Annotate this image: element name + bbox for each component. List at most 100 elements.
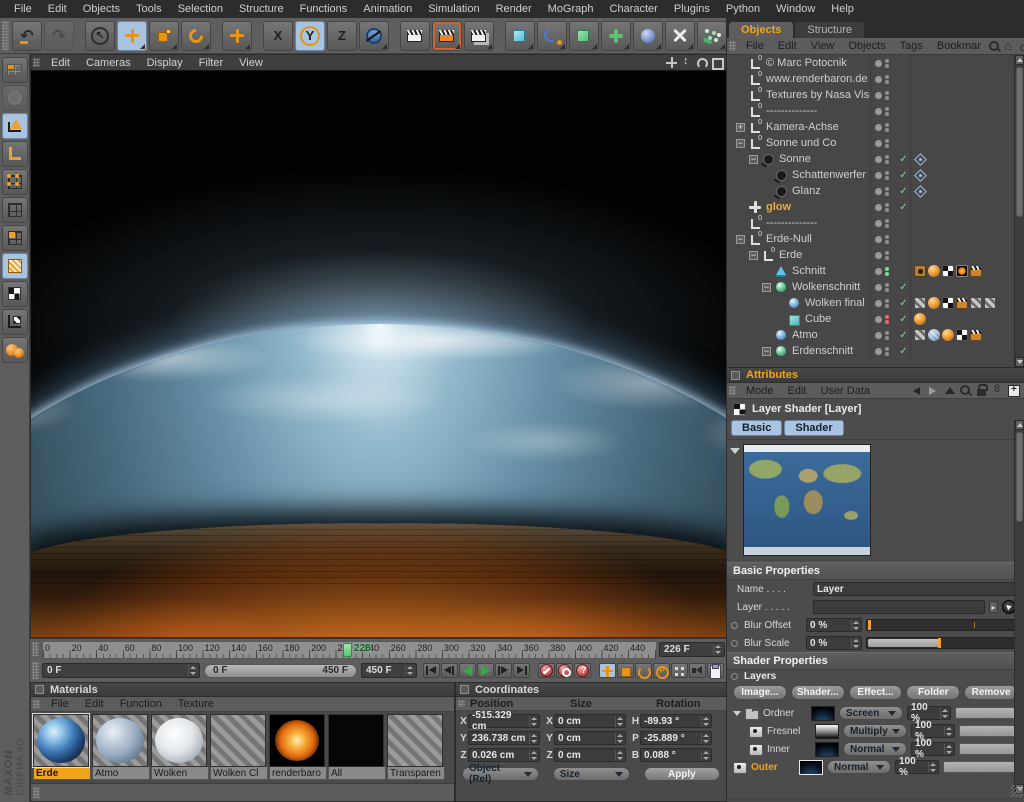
visibility-dots-icon[interactable]: [885, 251, 889, 260]
make-editable-icon[interactable]: [2, 85, 28, 111]
scroll-up-icon[interactable]: [1015, 420, 1024, 430]
materials-menu-item[interactable]: Function: [112, 698, 170, 710]
material-thumbnail[interactable]: [387, 714, 443, 767]
edges-mode-icon[interactable]: [2, 197, 28, 223]
attribute-tab[interactable]: Basic: [731, 420, 782, 436]
menubar-item[interactable]: Help: [823, 3, 862, 15]
layer-dot-icon[interactable]: [875, 236, 882, 243]
coordinate-system-icon[interactable]: [359, 21, 389, 51]
layer-dot-icon[interactable]: [875, 348, 882, 355]
layer-dot-icon[interactable]: [875, 268, 882, 275]
viewport-canvas[interactable]: [31, 70, 726, 637]
layer-type-icon[interactable]: [733, 762, 747, 773]
clap-tag[interactable]: [956, 297, 968, 309]
menubar-item[interactable]: Edit: [40, 3, 75, 15]
enabled-check-icon[interactable]: [899, 153, 907, 165]
model-mode-icon[interactable]: [2, 113, 28, 139]
layer-type-icon[interactable]: [745, 708, 759, 719]
menubar-item[interactable]: Structure: [231, 3, 292, 15]
blur-scale-field[interactable]: 0 %: [806, 636, 862, 650]
viewport-menu-item[interactable]: View: [231, 57, 271, 69]
enabled-check-icon[interactable]: [899, 185, 907, 197]
visibility-dots-icon[interactable]: [885, 75, 889, 84]
scroll-up-icon[interactable]: [1015, 55, 1024, 65]
blur-offset-slider[interactable]: [866, 619, 1016, 631]
object-axis-mode-icon[interactable]: [2, 141, 28, 167]
attributes-grip[interactable]: [729, 386, 736, 395]
menubar-item[interactable]: MoGraph: [540, 3, 602, 15]
expand-toggle[interactable]: −: [762, 347, 771, 356]
current-frame-field[interactable]: 226 F: [659, 642, 725, 657]
goto-start-icon[interactable]: [423, 663, 440, 678]
key-position-icon[interactable]: [599, 663, 616, 678]
viewport-menu-item[interactable]: Cameras: [78, 57, 139, 69]
object-row[interactable]: Textures by Nasa Visible Eart: [727, 87, 1014, 103]
panel-window-icon[interactable]: [731, 371, 740, 380]
menubar-item[interactable]: Simulation: [420, 3, 487, 15]
visibility-dots-icon[interactable]: [885, 203, 889, 212]
manager-tab[interactable]: Structure: [795, 22, 864, 38]
basic-properties-header[interactable]: Basic Properties: [727, 562, 1024, 580]
autokey-icon[interactable]: [574, 663, 591, 678]
layer-action-button[interactable]: Folder: [906, 685, 960, 700]
render-view-icon[interactable]: [400, 21, 430, 51]
object-manager-grip[interactable]: [729, 41, 736, 51]
object-row[interactable]: − Sonne und Co: [727, 135, 1014, 151]
menubar-item[interactable]: Selection: [170, 3, 231, 15]
rotation-b-field[interactable]: 0.088 °: [640, 748, 712, 762]
rotate-tool-icon[interactable]: [181, 21, 211, 51]
redo-icon[interactable]: ↷: [44, 21, 74, 51]
object-manager-menu-item[interactable]: File: [739, 40, 771, 52]
lock-x-axis-icon[interactable]: X: [263, 21, 293, 51]
visibility-dots-icon[interactable]: [885, 219, 889, 228]
layer-thumbnail[interactable]: [799, 760, 823, 775]
sphereblue-tag[interactable]: [928, 329, 940, 341]
stripes-tag[interactable]: [914, 297, 926, 309]
menubar-item[interactable]: Plugins: [666, 3, 718, 15]
layer-dot-icon[interactable]: [875, 156, 882, 163]
shader-preview-image[interactable]: [743, 444, 871, 556]
stepper-icon[interactable]: [188, 665, 195, 676]
resize-grip[interactable]: [1011, 785, 1023, 797]
last-tool-icon[interactable]: [222, 21, 252, 51]
position-x-field[interactable]: -515.329 cm: [468, 714, 540, 728]
visibility-dots-icon[interactable]: [885, 267, 889, 276]
add-generator-icon[interactable]: [569, 21, 599, 51]
play-backwards-icon[interactable]: [459, 663, 476, 678]
name-field[interactable]: Layer: [813, 582, 1016, 596]
viewport-menu-item[interactable]: Filter: [191, 57, 231, 69]
preview-range-slider[interactable]: 0 F 450 F: [204, 664, 357, 678]
spheres-mode-icon[interactable]: [2, 337, 28, 363]
layer-dot-icon[interactable]: [875, 188, 882, 195]
phong-tag[interactable]: [928, 265, 940, 277]
layer-opacity-field[interactable]: 100 %: [907, 706, 951, 720]
glowtex-tag[interactable]: [956, 265, 968, 277]
layer-action-button[interactable]: Remove: [964, 685, 1018, 700]
layer-dot-icon[interactable]: [875, 220, 882, 227]
visibility-dots-icon[interactable]: [885, 155, 889, 164]
up-icon[interactable]: [943, 384, 956, 397]
blur-scale-slider[interactable]: [866, 637, 1016, 649]
layer-thumbnail[interactable]: [811, 706, 835, 721]
material-item[interactable]: renderbaro: [269, 714, 327, 780]
lock-icon[interactable]: [975, 384, 988, 397]
material-item[interactable]: Wolken: [151, 714, 209, 780]
key-parameter-icon[interactable]: [653, 663, 670, 678]
menubar-item[interactable]: Objects: [75, 3, 128, 15]
coordinates-grip[interactable]: [458, 700, 465, 707]
visibility-dots-icon[interactable]: [885, 107, 889, 116]
attributes-scrollbar[interactable]: [1014, 420, 1024, 794]
panel-window-icon[interactable]: [35, 685, 44, 694]
viewport-menu-item[interactable]: Display: [139, 57, 191, 69]
menubar-item[interactable]: Python: [718, 3, 768, 15]
blend-mode-dropdown[interactable]: Multiply: [843, 724, 907, 738]
visibility-dots-icon[interactable]: [885, 139, 889, 148]
size-x-field[interactable]: 0 cm: [554, 714, 626, 728]
menubar-item[interactable]: Animation: [355, 3, 420, 15]
layer-popup-button[interactable]: ▸: [989, 601, 998, 613]
material-thumbnail[interactable]: [33, 714, 89, 767]
loop-start-field[interactable]: 0 F: [42, 663, 200, 678]
layer-opacity-slider[interactable]: [959, 725, 1018, 737]
blend-mode-dropdown[interactable]: Normal: [827, 760, 891, 774]
phong-tag[interactable]: [942, 329, 954, 341]
